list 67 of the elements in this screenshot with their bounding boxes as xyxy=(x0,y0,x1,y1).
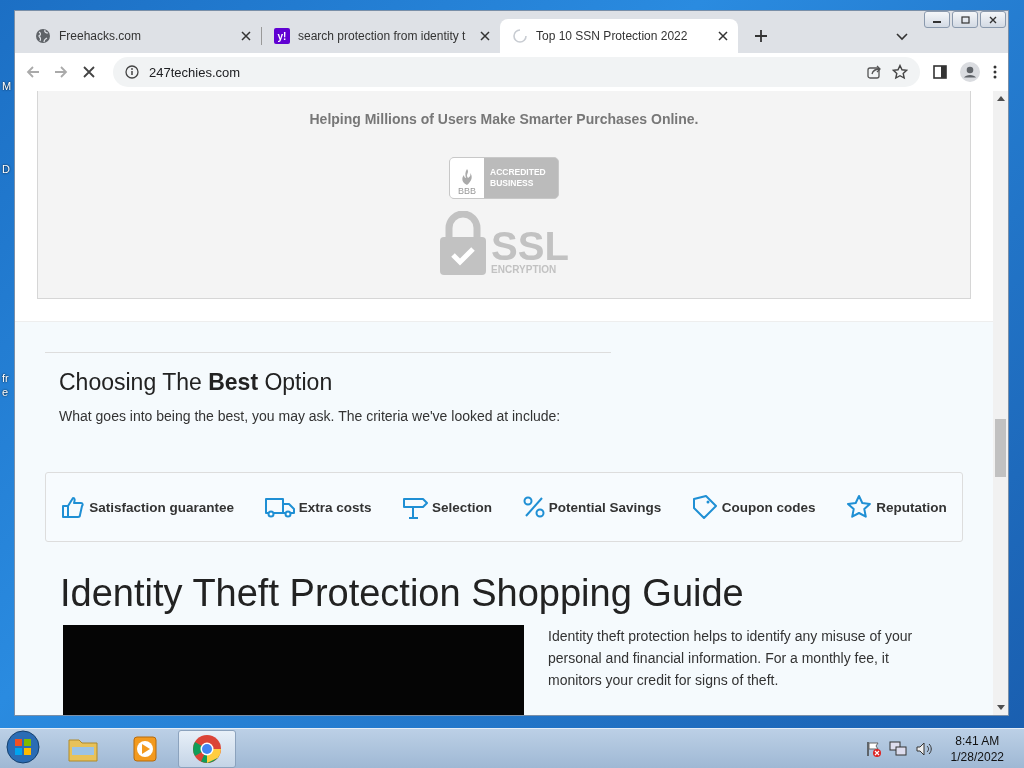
tab-list-icon[interactable] xyxy=(896,33,908,41)
taskbar-app[interactable] xyxy=(178,729,236,768)
close-icon xyxy=(988,15,998,24)
truck-icon xyxy=(264,496,295,518)
criterion-label: Selection xyxy=(432,499,493,515)
tag-icon xyxy=(691,494,718,520)
criterion-label: Potential Savings xyxy=(548,499,662,515)
guide-title: Identity Theft Protection Shopping Guide xyxy=(60,572,745,615)
volume-icon[interactable] xyxy=(914,740,933,757)
stop-loading-icon[interactable] xyxy=(81,64,97,80)
criterion-label: Coupon codes xyxy=(721,499,816,515)
browser-tab[interactable]: Top 10 SSN Protection 2022 xyxy=(500,19,738,53)
share-icon[interactable] xyxy=(866,64,882,80)
tab-title: Freehacks.com xyxy=(59,29,143,43)
scroll-up-icon[interactable] xyxy=(996,95,1005,101)
minimize-button[interactable] xyxy=(924,11,950,28)
section-heading: Choosing The Best Option xyxy=(59,369,334,396)
favicon: y! xyxy=(274,28,290,44)
chrome-icon xyxy=(192,733,222,764)
close-icon[interactable] xyxy=(241,31,251,41)
desktop-icon-label: D xyxy=(2,163,10,175)
clock-date: 1/28/2022 xyxy=(950,748,1004,765)
browser-tab[interactable]: Freehacks.com xyxy=(23,19,261,53)
maximize-button[interactable] xyxy=(952,11,978,28)
browser-tab[interactable]: y! search protection from identity t xyxy=(262,19,500,53)
tab-title: Top 10 SSN Protection 2022 xyxy=(536,29,689,43)
desktop-icon-label: e xyxy=(2,386,9,398)
new-tab-icon[interactable] xyxy=(754,29,768,43)
padlock-icon xyxy=(439,211,488,275)
scrollbar-thumb[interactable] xyxy=(995,419,1006,477)
scrollbar[interactable] xyxy=(993,91,1008,715)
network-icon[interactable] xyxy=(888,740,907,757)
loading-spinner-icon xyxy=(512,28,528,44)
flame-icon xyxy=(461,168,473,186)
criterion-label: Extra costs xyxy=(298,499,372,515)
menu-icon[interactable] xyxy=(992,64,998,80)
criterion-label: Satisfaction guarantee xyxy=(89,499,235,515)
badge-text: BUSINESS xyxy=(490,178,535,189)
clock[interactable]: 8:41 AM 1/28/2022 xyxy=(950,732,1004,765)
url-text: 247techies.com xyxy=(149,64,242,80)
percent-icon xyxy=(522,496,545,518)
close-icon[interactable] xyxy=(480,31,490,41)
criterion-label: Reputation xyxy=(876,499,947,515)
scroll-down-icon[interactable] xyxy=(996,705,1005,711)
close-button[interactable] xyxy=(980,11,1006,28)
media-player-icon xyxy=(131,734,159,763)
address-bar[interactable]: 247techies.com xyxy=(113,57,920,87)
profile-icon[interactable] xyxy=(960,62,980,82)
intro-text: What goes into being the best, you may ask. The criteria we've looked at include: xyxy=(59,408,562,424)
close-icon[interactable] xyxy=(718,31,728,41)
flag-icon[interactable] xyxy=(864,740,881,757)
tab-title: search protection from identity t xyxy=(298,29,467,43)
star-icon[interactable] xyxy=(892,64,908,80)
desktop-icon-label: fr xyxy=(2,372,9,384)
clock-time: 8:41 AM xyxy=(955,732,1000,749)
star-icon xyxy=(846,494,873,520)
info-icon xyxy=(125,65,139,79)
side-panel-icon[interactable] xyxy=(932,64,948,80)
start-button[interactable] xyxy=(6,729,40,764)
thumbs-up-icon xyxy=(61,495,86,519)
badge-mark: BBB xyxy=(458,186,476,196)
badge-text: ACCREDITED xyxy=(490,167,546,178)
globe-icon xyxy=(35,28,51,44)
tagline: Helping Millions of Users Make Smarter Purchases Online. xyxy=(309,111,699,127)
guide-paragraph: Identity theft protection helps to identify any misuse of your personal and financial information. For a monthly fee, it monitors your credit for signs of theft. xyxy=(548,627,914,690)
restore-icon xyxy=(960,15,970,24)
desktop-icon-label: M xyxy=(2,80,12,92)
